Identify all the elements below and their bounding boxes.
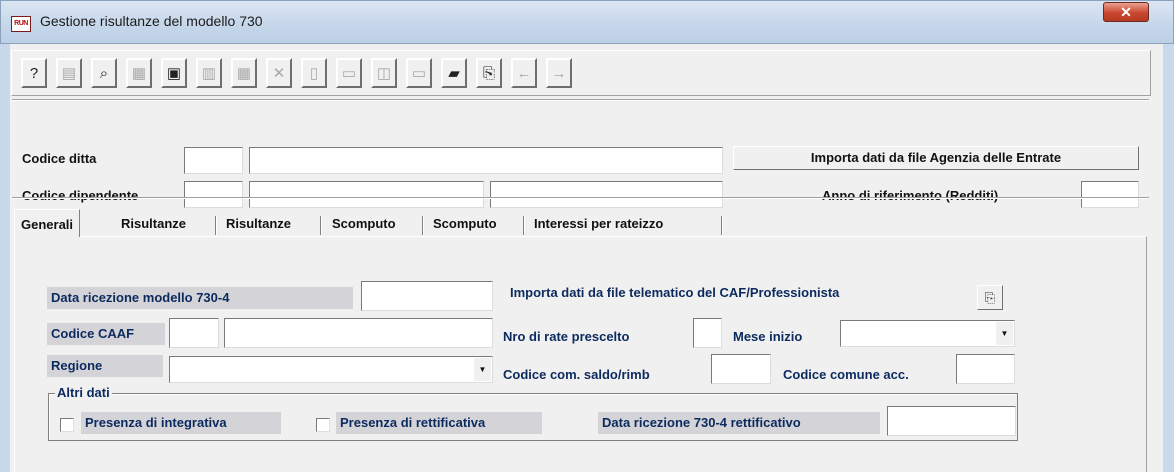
help-icon: ? <box>29 64 39 82</box>
tab-divider <box>215 216 217 235</box>
ragione-sociale-input[interactable] <box>249 147 723 174</box>
arrow-left-icon: ← <box>516 64 532 82</box>
regione-select[interactable]: ▼ <box>169 356 493 383</box>
print-icon: ▭ <box>341 64 357 82</box>
nome-input[interactable] <box>490 181 723 208</box>
codice-comune-acc-label: Codice comune acc. <box>783 367 909 382</box>
form-button[interactable]: ▭ <box>406 58 432 88</box>
tab-risultanze-1[interactable]: Risultanze <box>115 213 192 237</box>
descrizione-caaf-input[interactable] <box>224 318 493 348</box>
codice-caaf-input[interactable] <box>169 318 219 348</box>
chevron-down-icon: ▼ <box>996 322 1013 345</box>
import-agenzia-entrate-button[interactable]: Importa dati da file Agenzia delle Entra… <box>733 146 1139 170</box>
nro-rate-input[interactable] <box>693 318 722 348</box>
data-ricezione-rett-label: Data ricezione 730-4 rettificativo <box>598 412 880 434</box>
tab-divider <box>523 216 525 235</box>
nro-rate-label: Nro di rate prescelto <box>503 329 630 344</box>
next-button[interactable]: → <box>546 58 572 88</box>
list-icon: ▦ <box>236 64 252 82</box>
pdf-button[interactable]: ◫ <box>371 58 397 88</box>
codice-com-saldo-input[interactable] <box>711 354 771 384</box>
delete-button[interactable]: ✕ <box>266 58 292 88</box>
copy-record-button[interactable]: ▦ <box>126 58 152 88</box>
mese-inizio-label: Mese inizio <box>733 329 803 344</box>
app-icon: RUN <box>11 16 31 32</box>
close-button[interactable]: ✕ <box>1103 2 1149 22</box>
paste-icon: ▥ <box>201 64 217 82</box>
properties-button[interactable]: ▤ <box>56 58 82 88</box>
tab-interessi-rateizzo[interactable]: Interessi per rateizzo <box>528 213 669 237</box>
pdf-icon: ◫ <box>376 64 392 82</box>
tab-scomputo-1[interactable]: Scomputo <box>326 213 402 237</box>
calculator-icon: ▣ <box>166 64 182 82</box>
codice-caaf-label: Codice CAAF <box>47 323 165 345</box>
codice-ditta-label: Codice ditta <box>22 151 97 166</box>
window-title: Gestione risultanze del modello 730 <box>40 13 263 29</box>
print-button[interactable]: ▭ <box>336 58 362 88</box>
window-frame-right <box>1163 44 1174 472</box>
window-frame-left <box>0 44 10 472</box>
preview-icon: ▯ <box>309 64 319 82</box>
close-icon: ✕ <box>1120 4 1132 20</box>
regione-label: Regione <box>47 355 163 377</box>
data-ricezione-rett-input[interactable] <box>887 406 1016 436</box>
separator <box>12 197 1149 199</box>
codice-comune-acc-input[interactable] <box>956 354 1015 384</box>
codice-dipendente-label: Codice dipendente <box>22 188 139 203</box>
presenza-rettificativa-checkbox[interactable] <box>316 418 330 432</box>
import-button[interactable]: ⎘ <box>476 58 502 88</box>
chevron-down-icon: ▼ <box>474 358 491 381</box>
tab-generali[interactable]: Generali <box>14 209 81 237</box>
delete-icon: ✕ <box>272 64 286 82</box>
list-button[interactable]: ▦ <box>231 58 257 88</box>
presenza-rettificativa-label: Presenza di rettificativa <box>336 412 542 434</box>
cognome-input[interactable] <box>249 181 484 208</box>
properties-icon: ▤ <box>61 64 77 82</box>
codice-com-saldo-label: Codice com. saldo/rimb <box>503 367 650 382</box>
presenza-integrativa-label: Presenza di integrativa <box>81 412 281 434</box>
paste-button[interactable]: ▥ <box>196 58 222 88</box>
previous-button[interactable]: ← <box>511 58 537 88</box>
anno-riferimento-label: Anno di riferimento (Redditi) <box>822 188 999 203</box>
toolbar: ? ▤ ⌕ ▦ ▣ ▥ ▦ ✕ ▯ ▭ ◫ ▭ ▰ ⎘ ← → <box>11 50 1151 96</box>
form-icon: ▭ <box>411 64 427 82</box>
data-ricezione-label: Data ricezione modello 730-4 <box>47 287 353 309</box>
open-folder-icon: ▰ <box>448 64 460 82</box>
import-caf-button[interactable]: ⎘ <box>977 285 1003 310</box>
binoculars-icon: ⌕ <box>99 64 109 82</box>
tab-divider <box>320 216 322 235</box>
preview-button[interactable]: ▯ <box>301 58 327 88</box>
search-button[interactable]: ⌕ <box>91 58 117 88</box>
import-caf-label: Importa dati da file telematico del CAF/… <box>510 285 840 300</box>
altri-dati-title: Altri dati <box>55 385 112 400</box>
tab-scomputo-2[interactable]: Scomputo <box>427 213 503 237</box>
tab-divider <box>721 216 723 235</box>
codice-dipendente-input[interactable] <box>184 181 243 208</box>
copy-icon: ⎘ <box>984 289 996 305</box>
anno-riferimento-input[interactable] <box>1081 181 1139 208</box>
tab-divider <box>422 216 424 235</box>
data-ricezione-input[interactable] <box>361 281 493 311</box>
arrow-right-icon: → <box>551 64 567 82</box>
copy-record-icon: ▦ <box>131 64 147 82</box>
import-icon: ⎘ <box>482 64 495 82</box>
separator <box>12 99 1149 101</box>
tab-risultanze-2[interactable]: Risultanze <box>220 213 297 237</box>
codice-ditta-input[interactable] <box>184 147 243 174</box>
mese-inizio-select[interactable]: ▼ <box>840 320 1015 347</box>
calculator-button[interactable]: ▣ <box>161 58 187 88</box>
open-folder-button[interactable]: ▰ <box>441 58 467 88</box>
presenza-integrativa-checkbox[interactable] <box>60 418 74 432</box>
help-button[interactable]: ? <box>21 58 47 88</box>
